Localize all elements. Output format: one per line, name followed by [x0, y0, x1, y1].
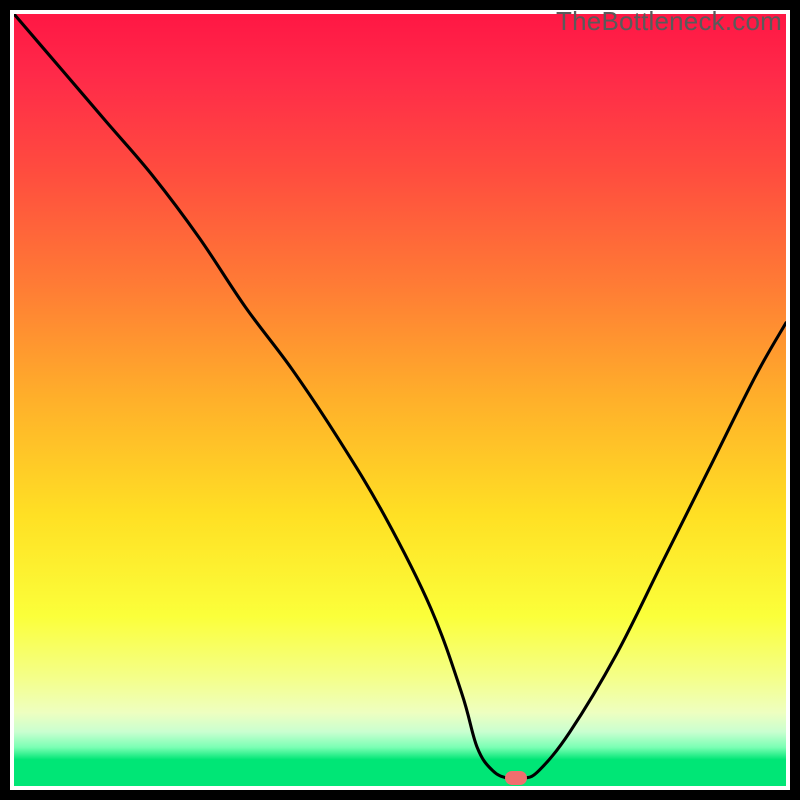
bottleneck-curve: [14, 14, 786, 786]
plot-area: [14, 14, 786, 786]
bottleneck-chart: TheBottleneck.com: [0, 0, 800, 800]
optimal-point-marker: [505, 771, 527, 785]
